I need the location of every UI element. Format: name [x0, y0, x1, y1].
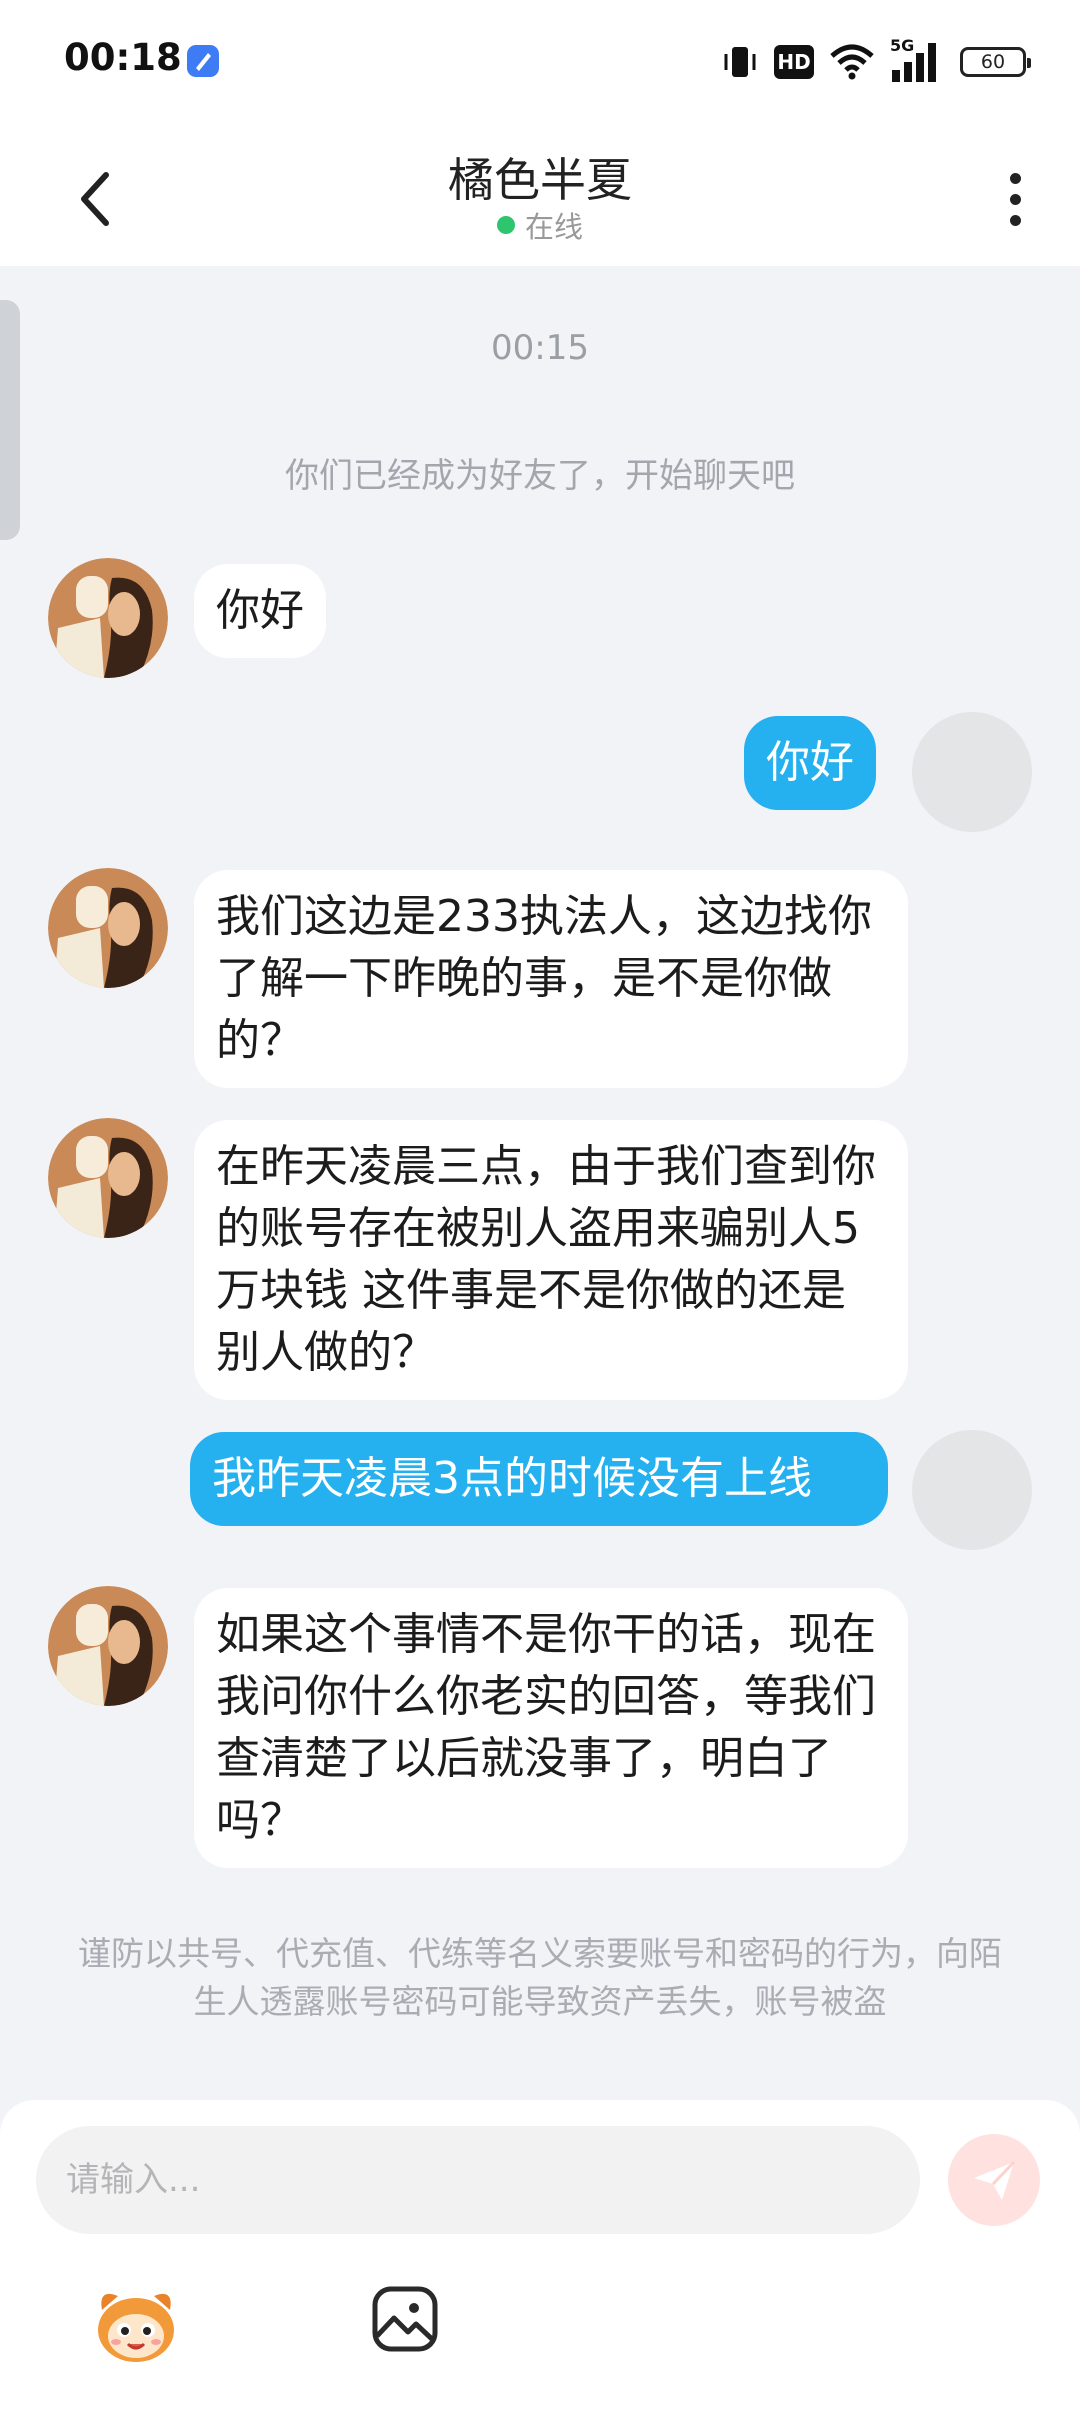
contact-avatar[interactable]	[48, 868, 168, 988]
send-icon	[974, 2160, 1016, 2200]
time-label: 00:15	[491, 328, 589, 368]
status-bar: 00:18 HD 5G 60	[0, 0, 1080, 124]
vibrate-icon	[724, 47, 756, 77]
contact-avatar[interactable]	[48, 1586, 168, 1706]
message-bubble[interactable]: 如果这个事情不是你干的话，现在我问你什么你老实的回答，等我们查清楚了以后就没事了…	[194, 1588, 908, 1868]
signal-icon	[892, 43, 936, 82]
message-bubble[interactable]: 你好	[194, 564, 326, 658]
message-bubble[interactable]: 你好	[744, 716, 876, 810]
contact-avatar[interactable]	[48, 558, 168, 678]
image-icon[interactable]	[370, 2284, 440, 2354]
wifi-icon	[830, 44, 874, 80]
safety-notice: 谨防以共号、代充值、代练等名义索要账号和密码的行为，向陌生人透露账号密码可能导致…	[78, 1934, 1002, 2021]
presence-status: 在线	[0, 204, 1080, 246]
status-time: 00:18	[64, 36, 182, 79]
app-notification-icon	[187, 45, 219, 77]
chat-header: 橘色半夏 在线	[0, 124, 1080, 266]
send-button[interactable]	[948, 2134, 1040, 2226]
message-input[interactable]	[36, 2126, 920, 2234]
battery-level: 60	[980, 51, 1006, 73]
message-bubble[interactable]: 我们这边是233执法人，这边找你了解一下昨晚的事，是不是你做的？	[194, 870, 908, 1088]
sticker-icon[interactable]	[92, 2280, 180, 2368]
system-message: 你们已经成为好友了，开始聊天吧	[285, 456, 795, 496]
status-indicators: HD 5G 60	[720, 36, 1031, 86]
presence-label: 在线	[524, 210, 583, 244]
contact-avatar[interactable]	[48, 1118, 168, 1238]
contact-name: 橘色半夏	[448, 153, 632, 207]
online-dot	[496, 216, 515, 234]
more-vertical-icon	[1009, 172, 1021, 184]
chat-screen: 00:18 HD 5G 60 橘色半夏 在线 00:15 你们已经成为好友了，开…	[0, 0, 1080, 2412]
user-avatar[interactable]	[912, 712, 1032, 832]
signal-indicator: 5G	[890, 36, 940, 84]
message-bubble[interactable]: 我昨天凌晨3点的时候没有上线	[190, 1432, 888, 1526]
hd-badge: HD	[774, 45, 814, 79]
message-bubble[interactable]: 在昨天凌晨三点，由于我们查到你的账号存在被别人盗用来骗别人5万块钱 这件事是不是…	[194, 1120, 908, 1400]
more-options-button[interactable]	[990, 164, 1040, 234]
battery-icon: 60	[960, 47, 1031, 77]
user-avatar[interactable]	[912, 1430, 1032, 1550]
input-panel	[0, 2100, 1080, 2412]
